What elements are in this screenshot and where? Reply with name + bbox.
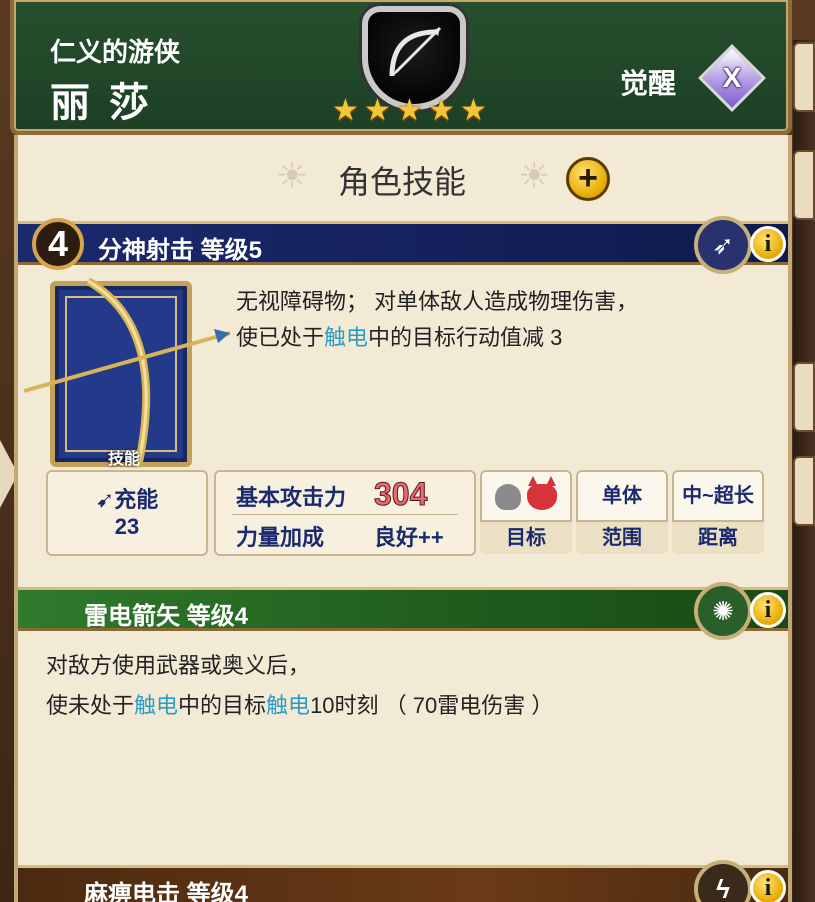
- status-keyword[interactable]: 触电: [266, 693, 310, 718]
- divider: [232, 514, 458, 515]
- star-rating: ★ ★ ★ ★ ★: [332, 96, 490, 126]
- desc-text: 使已处于: [236, 325, 325, 350]
- sun-ornament-icon: ☀: [518, 155, 551, 196]
- stat-box: 基本攻击力 304 力量加成 良好++: [214, 470, 476, 556]
- skill-description-line: 对敌方使用武器或奥义后，: [46, 653, 311, 678]
- skill-description-line: 使已处于触电中的目标行动值减 3: [236, 321, 562, 355]
- chip-value: 中~超长: [672, 470, 764, 522]
- bonus-value: 良好++: [374, 525, 444, 550]
- chip-label: 范围: [576, 522, 668, 554]
- lightning-skill-icon: ϟ: [694, 860, 752, 902]
- skill-title: 雷电箭矢 等级4: [84, 603, 249, 630]
- star-icon: ★: [396, 94, 423, 127]
- status-keyword[interactable]: 触电: [134, 693, 178, 718]
- charge-icon: ➹: [95, 487, 115, 512]
- skill-description-line: 无视障碍物； 对单体敌人造成物理伤害，: [236, 289, 639, 314]
- range-chip: 单体 范围: [576, 470, 668, 556]
- star-icon: ★: [460, 94, 487, 127]
- section-title: 角色技能: [338, 164, 467, 200]
- awaken-badge-text: X: [722, 62, 742, 93]
- side-tab-2[interactable]: [793, 150, 815, 220]
- skill-header-3[interactable]: 麻痹电击 等级4 ϟ i: [18, 860, 788, 902]
- chip-label: 距离: [672, 522, 764, 554]
- card-label: 技能: [108, 451, 141, 468]
- hero-name: 丽 莎: [50, 81, 154, 125]
- sun-ornament-icon: ☀: [276, 155, 309, 196]
- chip-label: 目标: [480, 522, 572, 554]
- hero-title: 仁义的游侠: [50, 37, 181, 67]
- attack-value: 304: [373, 476, 428, 513]
- distance-chip: 中~超长 距离: [672, 470, 764, 556]
- awaken-button[interactable]: X: [698, 44, 766, 112]
- skull-icon: [495, 483, 521, 510]
- star-icon: ★: [364, 94, 391, 127]
- charge-label-text: 充能: [114, 487, 159, 512]
- target-chip: 目标: [480, 470, 572, 556]
- desc-text: 中的目标: [178, 693, 267, 718]
- bow-skill-icon: ➶: [694, 216, 752, 274]
- skills-panel: ☀ 角色技能 ☀ + 4 分神射击 等级5 ➶ i 技能 无视障碍物； 对单体敌…: [14, 135, 792, 902]
- attack-label: 基本攻击力: [236, 485, 347, 510]
- skill-number-badge: 4: [32, 218, 84, 270]
- skill-header-1[interactable]: 4 分神射击 等级5 ➶ i: [18, 216, 788, 274]
- desc-text: 10时刻 （ 70雷电伤害 ）: [310, 693, 554, 718]
- skill-header-2[interactable]: 雷电箭矢 等级4 ✺ i: [18, 582, 788, 640]
- skill-title: 麻痹电击 等级4: [84, 881, 249, 902]
- hero-header: 仁义的游侠 丽 莎 ★ ★ ★ ★ ★ 觉醒 X: [10, 0, 792, 135]
- bonus-label: 力量加成: [236, 525, 325, 550]
- side-tab-4[interactable]: [793, 456, 815, 526]
- skill-description-line: 使未处于触电中的目标触电10时刻 （ 70雷电伤害 ）: [46, 689, 553, 723]
- star-icon: ★: [332, 94, 359, 127]
- charge-label: ➹充能: [48, 482, 206, 514]
- thunder-swirl-icon: ✺: [694, 582, 752, 640]
- desc-text: 中的目标行动值减 3: [368, 325, 563, 350]
- charge-value: 23: [114, 514, 140, 539]
- star-icon: ★: [428, 94, 455, 127]
- side-tab-3[interactable]: [793, 362, 815, 432]
- status-keyword[interactable]: 触电: [324, 325, 368, 350]
- chip-value: 单体: [576, 470, 668, 522]
- desc-text: 使未处于: [46, 693, 135, 718]
- skill-title: 分神射击 等级5: [98, 237, 263, 264]
- demon-icon: [527, 475, 557, 510]
- info-icon[interactable]: i: [750, 226, 786, 262]
- add-skill-button[interactable]: +: [566, 157, 610, 201]
- side-tab-1[interactable]: [793, 42, 815, 112]
- charge-box: ➹充能 23: [46, 470, 208, 556]
- info-icon[interactable]: i: [750, 592, 786, 628]
- target-icons: [480, 470, 572, 522]
- awaken-label: 觉醒: [620, 68, 677, 99]
- info-icon[interactable]: i: [750, 870, 786, 902]
